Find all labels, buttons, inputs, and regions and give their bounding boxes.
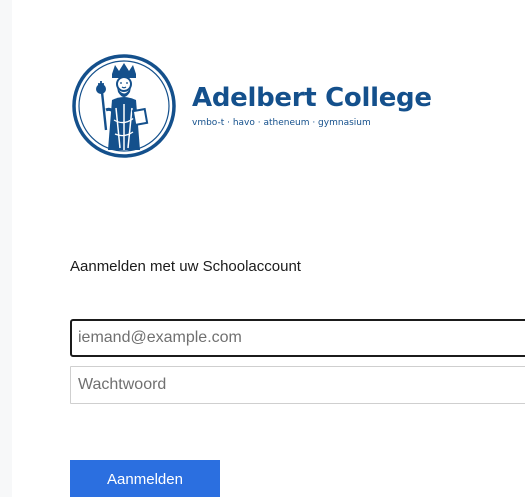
- left-edge-strip: [0, 0, 12, 497]
- school-logo: Adelbert College vmbo-t · havo · atheneu…: [70, 52, 432, 160]
- email-field[interactable]: [70, 319, 525, 357]
- sign-in-button[interactable]: Aanmelden: [70, 460, 220, 497]
- school-name: Adelbert College: [192, 82, 432, 113]
- password-field[interactable]: [70, 366, 525, 404]
- login-page: Adelbert College vmbo-t · havo · atheneu…: [0, 0, 525, 497]
- crest-emblem-icon: [72, 54, 176, 158]
- school-tagline: vmbo-t · havo · atheneum · gymnasium: [192, 117, 371, 128]
- logo-wordmark: Adelbert College vmbo-t · havo · atheneu…: [192, 83, 432, 128]
- login-heading: Aanmelden met uw Schoolaccount: [70, 258, 301, 275]
